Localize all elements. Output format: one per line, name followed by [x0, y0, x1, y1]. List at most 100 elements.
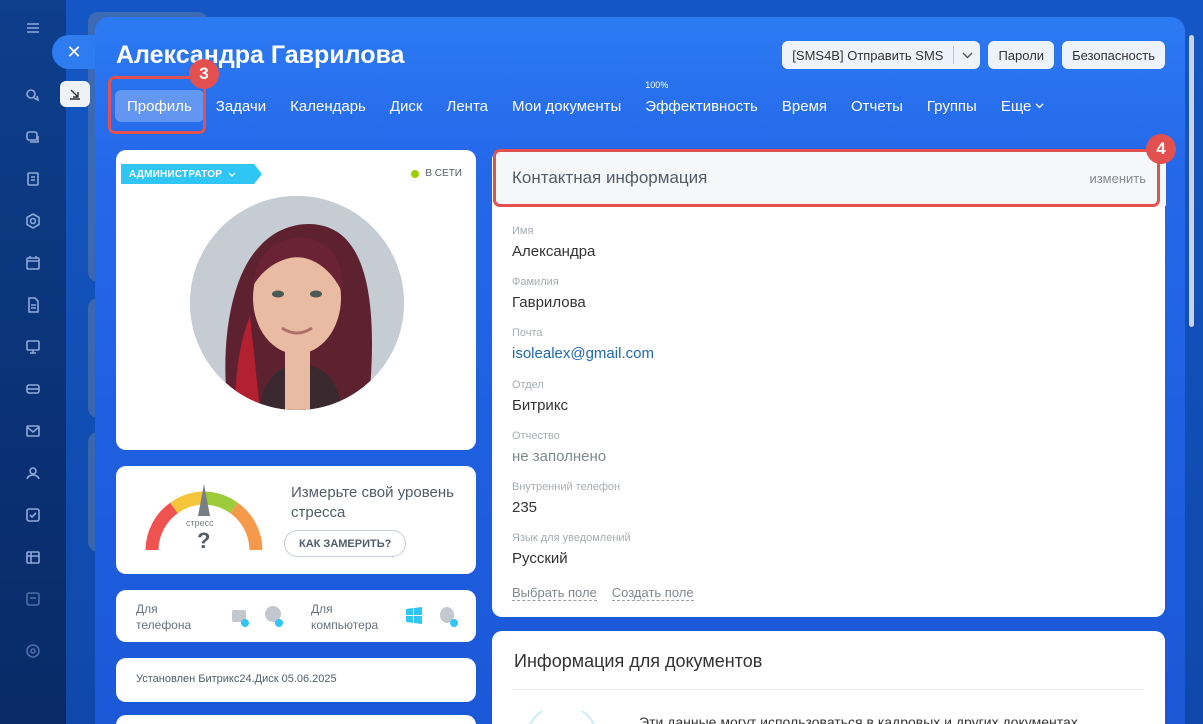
- tab-calendar[interactable]: Календарь: [278, 90, 378, 122]
- contact-info-card: Контактная информация изменить Имя Алекс…: [492, 150, 1166, 617]
- calendar-icon[interactable]: [22, 252, 44, 274]
- security-button[interactable]: Безопасность: [1062, 41, 1165, 69]
- send-sms-button[interactable]: [SMS4B] Отправить SMS: [782, 41, 981, 69]
- settings-icon[interactable]: [22, 640, 44, 662]
- disk-installed-text: Установлен Битрикс24.Диск 05.06.2025: [136, 673, 337, 685]
- tab-groups[interactable]: Группы: [915, 90, 989, 122]
- apple-icon[interactable]: [438, 604, 460, 631]
- field-label: Фамилия: [512, 276, 559, 288]
- appstore-icon[interactable]: [263, 604, 285, 631]
- choose-field-link[interactable]: Выбрать поле: [512, 586, 597, 601]
- tab-tasks[interactable]: Задачи: [204, 90, 278, 122]
- disk-card: Установлен Битрикс24.Диск 05.06.2025: [116, 658, 476, 702]
- field-value: Александра: [512, 243, 596, 260]
- email-link[interactable]: isolealex@gmail.com: [512, 345, 654, 362]
- field-value: Русский: [512, 550, 568, 567]
- field-email: Почта isolealex@gmail.com: [512, 327, 654, 362]
- role-label: АДМИНИСТРАТОР: [129, 168, 223, 180]
- how-to-measure-button[interactable]: КАК ЗАМЕРИТЬ?: [284, 530, 407, 557]
- arrow-down-right-icon: [70, 89, 80, 100]
- field-label: Внутренний телефон: [512, 481, 621, 493]
- apps-card: Для телефона Для компьютера: [116, 590, 476, 642]
- field-value: не заполнено: [512, 448, 607, 465]
- windows-icon[interactable]: [404, 606, 424, 629]
- menu-icon[interactable]: [22, 17, 44, 39]
- user-full-name: Александра Гаврилова: [116, 41, 405, 69]
- tab-disk[interactable]: Диск: [378, 90, 435, 122]
- documents-illustration-icon: [529, 711, 595, 724]
- field-label: Почта: [512, 327, 543, 339]
- mail-icon[interactable]: [22, 420, 44, 442]
- chevron-down-icon[interactable]: [954, 52, 980, 59]
- field-internal-phone: Внутренний телефон 235: [512, 481, 620, 516]
- field-last-name: Фамилия Гаврилова: [512, 276, 586, 311]
- scrollbar[interactable]: [1189, 35, 1194, 327]
- field-label: Язык для уведомлений: [512, 532, 631, 544]
- field-first-name: Имя Александра: [512, 225, 595, 260]
- create-field-link[interactable]: Создать поле: [611, 586, 694, 601]
- online-status-label: В СЕТИ: [425, 168, 462, 179]
- stress-description: Измерьте свой уровень стресса: [291, 484, 454, 521]
- checkbox-icon[interactable]: [22, 504, 44, 526]
- documents-title: Информация для документов: [514, 651, 763, 671]
- tab-reports[interactable]: Отчеты: [839, 90, 915, 122]
- left-rail: [0, 0, 66, 724]
- field-value: 235: [512, 499, 538, 516]
- profile-slider: Александра Гаврилова [SMS4B] Отправить S…: [95, 17, 1185, 724]
- table-icon[interactable]: [22, 546, 44, 568]
- field-label: Имя: [512, 225, 534, 237]
- field-label: Отчество: [512, 430, 560, 442]
- efficiency-percent: 100%: [645, 80, 669, 90]
- highlight-profile-tab: [108, 76, 206, 134]
- tab-efficiency-label: Эффективность: [645, 97, 758, 115]
- android-icon[interactable]: [229, 604, 251, 631]
- tab-efficiency[interactable]: 100% Эффективность: [633, 80, 770, 122]
- computer-apps-label: Для компьютера: [311, 602, 379, 632]
- top-actions: [SMS4B] Отправить SMS Пароли Безопасност…: [782, 41, 1165, 69]
- background-collapse-button[interactable]: [60, 81, 90, 107]
- avatar[interactable]: [190, 196, 404, 410]
- field-value: Битрикс: [512, 397, 569, 414]
- tab-feed[interactable]: Лента: [434, 90, 500, 122]
- field-value: Гаврилова: [512, 294, 586, 311]
- next-card: [116, 715, 476, 724]
- highlight-contact-header: [493, 149, 1160, 207]
- documents-info-card: Информация для документов Эти данные мог…: [492, 631, 1165, 724]
- send-sms-label: [SMS4B] Отправить SMS: [792, 47, 944, 63]
- messages-icon[interactable]: [22, 126, 44, 148]
- tab-more-label: Еще: [1000, 97, 1032, 115]
- online-status: В СЕТИ: [411, 168, 462, 179]
- close-slider-button[interactable]: ✕: [52, 35, 96, 69]
- step-4-badge: 4: [1146, 134, 1176, 164]
- chevron-down-icon: [1035, 101, 1044, 112]
- contacts-icon[interactable]: [22, 462, 44, 484]
- profile-card: АДМИНИСТРАТОР В СЕТИ: [116, 150, 476, 450]
- hexagon-icon[interactable]: [22, 210, 44, 232]
- archive-icon[interactable]: [22, 588, 44, 610]
- phone-apps-label: Для телефона: [136, 602, 192, 632]
- tab-time[interactable]: Время: [770, 90, 839, 122]
- avatar-photo: [190, 196, 404, 410]
- field-notification-language: Язык для уведомлений Русский: [512, 532, 631, 567]
- document-icon[interactable]: [22, 168, 44, 190]
- tab-my-documents[interactable]: Мои документы: [500, 90, 633, 122]
- passwords-button[interactable]: Пароли: [988, 41, 1055, 69]
- field-department: Отдел Битрикс: [512, 379, 568, 414]
- drive-icon[interactable]: [22, 378, 44, 400]
- file-icon[interactable]: [22, 294, 44, 316]
- profile-tabs: Профиль Задачи Календарь Диск Лента Мои …: [115, 80, 1057, 122]
- chat-bubbles-icon[interactable]: [22, 84, 44, 106]
- online-dot: [411, 169, 420, 178]
- gauge-label: стресс: [186, 518, 214, 528]
- step-3-badge: 3: [189, 59, 219, 89]
- presentation-icon[interactable]: [22, 336, 44, 358]
- field-patronymic: Отчество не заполнено: [512, 430, 606, 465]
- role-tag[interactable]: АДМИНИСТРАТОР: [121, 164, 263, 184]
- documents-description: Эти данные могут использоваться в кадров…: [639, 714, 1078, 724]
- close-icon: ✕: [66, 41, 82, 62]
- gauge-value: ?: [197, 528, 211, 553]
- divider: [512, 689, 1144, 690]
- stress-card: стресс ? Измерьте свой уровень стресса К…: [116, 466, 476, 574]
- tab-more[interactable]: Еще: [989, 90, 1057, 122]
- field-label: Отдел: [512, 379, 544, 391]
